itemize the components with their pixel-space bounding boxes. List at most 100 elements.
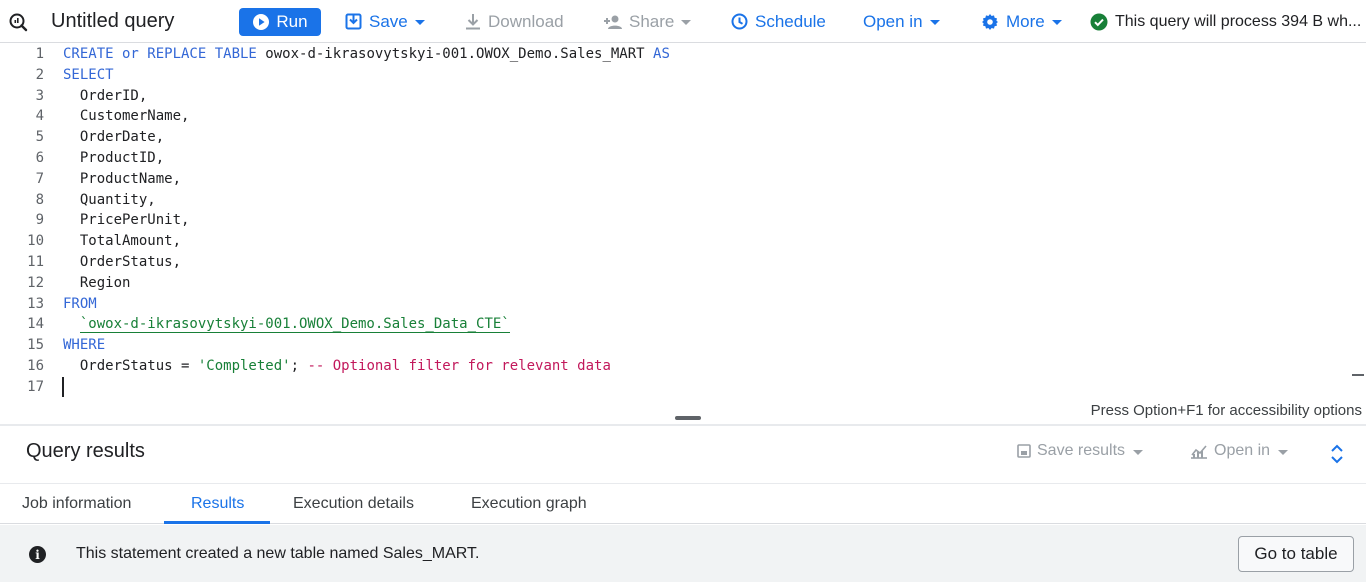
line-number: 13 bbox=[27, 295, 44, 312]
open-in-label: Open in bbox=[863, 11, 923, 31]
results-open-in-label: Open in bbox=[1214, 442, 1271, 459]
line-number: 1 bbox=[35, 46, 44, 62]
query-tab-title[interactable]: Untitled query bbox=[51, 0, 174, 43]
add-person-icon bbox=[603, 14, 623, 30]
line-number: 3 bbox=[35, 87, 44, 104]
sql-token: ; bbox=[290, 358, 308, 374]
chevron-down-icon bbox=[929, 20, 940, 25]
line-number: 16 bbox=[27, 358, 44, 374]
tab-execution-details[interactable]: Execution details bbox=[293, 484, 414, 524]
schedule-button[interactable]: Schedule bbox=[731, 0, 826, 43]
code-line[interactable]: 14 `owox-d-ikrasovytskyi-001.OWOX_Demo.S… bbox=[0, 314, 1300, 335]
chevron-down-icon bbox=[1133, 449, 1144, 455]
run-button[interactable]: Run bbox=[239, 8, 321, 36]
results-open-in-button[interactable]: Open in bbox=[1190, 442, 1289, 460]
code-line[interactable]: 15 WHERE bbox=[0, 335, 1300, 356]
tab-execution-graph[interactable]: Execution graph bbox=[471, 484, 587, 524]
code-line[interactable]: 9 PricePerUnit, bbox=[0, 210, 1300, 231]
sql-token: OrderID, bbox=[63, 87, 148, 104]
results-tabs: Job information Results Execution detail… bbox=[0, 483, 1366, 524]
code-line[interactable]: 2 SELECT bbox=[0, 65, 1300, 86]
sql-token: PricePerUnit, bbox=[63, 212, 190, 229]
line-number: 9 bbox=[35, 212, 44, 229]
code-text: `owox-d-ikrasovytskyi-001.OWOX_Demo.Sale… bbox=[63, 314, 510, 335]
expand-collapse-icon[interactable] bbox=[1329, 444, 1345, 469]
query-tab-icon bbox=[8, 0, 28, 43]
code-line[interactable]: 4 CustomerName, bbox=[0, 106, 1300, 127]
tab-job-information[interactable]: Job information bbox=[22, 484, 131, 524]
go-to-table-button[interactable]: Go to table bbox=[1238, 536, 1354, 572]
query-validator[interactable]: This query will process 394 B wh... bbox=[1090, 0, 1361, 43]
line-number: 8 bbox=[35, 191, 44, 208]
sql-string: 'Completed' bbox=[197, 358, 291, 374]
code-line[interactable]: 1 CREATE or REPLACE TABLE owox-d-ikrasovy… bbox=[0, 44, 1300, 65]
code-line[interactable]: 13 FROM bbox=[0, 294, 1300, 315]
sql-keyword: SELECT bbox=[63, 66, 114, 83]
sql-editor[interactable]: 1 CREATE or REPLACE TABLE owox-d-ikrasovy… bbox=[0, 43, 1366, 403]
sql-token: OrderStatus = bbox=[63, 358, 198, 374]
code-text: CustomerName, bbox=[63, 106, 190, 127]
sql-token: owox-d-ikrasovytskyi-001.OWOX_Demo.Sales… bbox=[256, 46, 654, 62]
query-results-title: Query results bbox=[26, 440, 145, 462]
download-icon bbox=[465, 13, 481, 30]
code-text: ProductID, bbox=[63, 148, 164, 169]
code-line[interactable]: 10 TotalAmount, bbox=[0, 231, 1300, 252]
code-text: FROM bbox=[63, 294, 97, 315]
code-line[interactable]: 3 OrderID, bbox=[0, 86, 1300, 107]
share-label: Share bbox=[629, 11, 675, 31]
active-tab-indicator bbox=[164, 521, 270, 524]
download-label: Download bbox=[488, 11, 564, 31]
line-number: 6 bbox=[35, 150, 44, 166]
share-button[interactable]: Share bbox=[603, 0, 692, 43]
open-in-button[interactable]: Open in bbox=[863, 0, 940, 43]
save-button[interactable]: Save bbox=[345, 0, 425, 43]
code-line[interactable]: 16 OrderStatus = 'Completed'; -- Optiona… bbox=[0, 356, 1300, 377]
code-line[interactable]: 7 ProductName, bbox=[0, 169, 1300, 190]
sql-token: OrderDate, bbox=[63, 129, 165, 146]
code-line[interactable]: 17 bbox=[0, 377, 1300, 398]
sql-comment: -- Optional filter for relevant data bbox=[307, 358, 611, 374]
clock-icon bbox=[731, 13, 748, 30]
chevron-down-icon bbox=[1278, 449, 1289, 455]
tab-results[interactable]: Results bbox=[191, 484, 244, 524]
code-text: CREATE or REPLACE TABLE owox-d-ikrasovyt… bbox=[63, 44, 670, 65]
chart-icon bbox=[1190, 443, 1208, 459]
sql-token: Quantity, bbox=[63, 191, 156, 208]
editor-scrollbar[interactable] bbox=[1352, 374, 1364, 376]
more-button[interactable]: More bbox=[981, 0, 1062, 43]
code-line[interactable]: 5 OrderDate, bbox=[0, 127, 1300, 148]
code-text: OrderID, bbox=[63, 86, 147, 107]
chevron-down-icon bbox=[414, 20, 425, 25]
line-number: 15 bbox=[27, 337, 44, 354]
resize-handle[interactable] bbox=[675, 416, 701, 420]
sql-token: ProductID, bbox=[63, 150, 165, 166]
save-results-button[interactable]: Save results bbox=[1017, 442, 1144, 460]
run-label: Run bbox=[276, 12, 308, 31]
accessibility-hint: Press Option+F1 for accessibility option… bbox=[1090, 402, 1362, 419]
code-line[interactable]: 11 OrderStatus, bbox=[0, 252, 1300, 273]
info-icon: i bbox=[29, 546, 46, 563]
check-circle-icon bbox=[1090, 13, 1108, 31]
validator-text: This query will process 394 B wh... bbox=[1115, 12, 1362, 30]
code-text: SELECT bbox=[63, 65, 114, 86]
code-text: TotalAmount, bbox=[63, 231, 181, 252]
download-button[interactable]: Download bbox=[465, 0, 564, 43]
sql-token: CustomerName, bbox=[63, 108, 190, 125]
code-text: PricePerUnit, bbox=[63, 210, 190, 231]
chevron-down-icon bbox=[1051, 20, 1062, 25]
gear-icon bbox=[981, 13, 999, 31]
query-toolbar: Untitled query Run Save Download Share S… bbox=[0, 0, 1366, 43]
code-line[interactable]: 6 ProductID, bbox=[0, 148, 1300, 169]
chevron-down-icon bbox=[681, 20, 692, 25]
code-text: OrderStatus, bbox=[63, 252, 181, 273]
code-line[interactable]: 8 Quantity, bbox=[0, 190, 1300, 211]
code-line[interactable]: 12 Region bbox=[0, 273, 1300, 294]
save-results-label: Save results bbox=[1037, 442, 1126, 459]
code-text: OrderDate, bbox=[63, 127, 164, 148]
more-label: More bbox=[1006, 11, 1045, 31]
line-number: 12 bbox=[27, 274, 44, 291]
table-reference-link[interactable]: `owox-d-ikrasovytskyi-001.OWOX_Demo.Sale… bbox=[79, 316, 510, 334]
code-text: Quantity, bbox=[63, 190, 156, 211]
sql-token: OrderStatus, bbox=[63, 254, 182, 270]
